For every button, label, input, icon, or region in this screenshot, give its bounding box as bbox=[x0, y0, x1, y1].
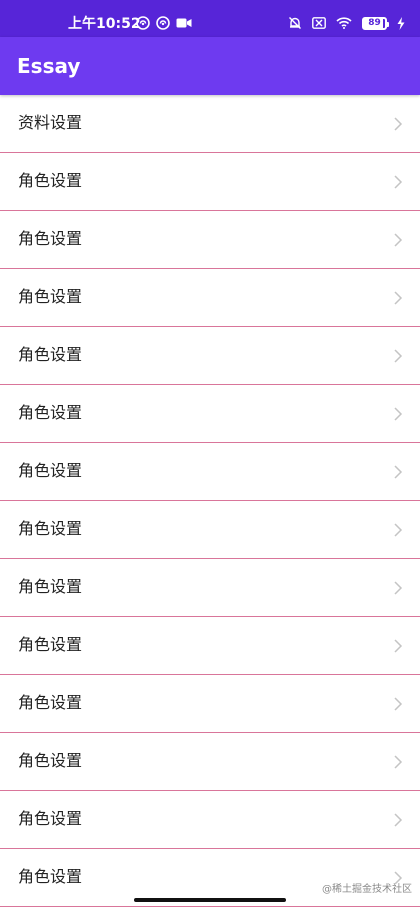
list-item[interactable]: 资料设置 bbox=[0, 95, 420, 153]
list-item[interactable]: 角色设置 bbox=[0, 675, 420, 733]
status-right-icons: 89 bbox=[288, 16, 405, 30]
list-item-label: 角色设置 bbox=[18, 635, 83, 654]
status-time: 上午10:52 bbox=[68, 16, 141, 32]
list-item[interactable]: 角色设置 bbox=[0, 269, 420, 327]
list-item-label: 资料设置 bbox=[18, 113, 83, 132]
gesture-nav-bar[interactable] bbox=[134, 898, 286, 902]
list-item[interactable]: 角色设置 bbox=[0, 617, 420, 675]
list-item[interactable]: 角色设置 bbox=[0, 501, 420, 559]
wifi-icon bbox=[336, 17, 352, 29]
list-item-label: 角色设置 bbox=[18, 867, 83, 886]
list-item[interactable]: 角色设置 bbox=[0, 559, 420, 617]
chevron-right-icon bbox=[394, 175, 403, 189]
chevron-right-icon bbox=[394, 291, 403, 305]
chevron-right-icon bbox=[394, 813, 403, 827]
list-item-label: 角色设置 bbox=[18, 751, 83, 770]
chevron-right-icon bbox=[394, 581, 403, 595]
chevron-right-icon bbox=[394, 117, 403, 131]
list-item[interactable]: 角色设置 bbox=[0, 791, 420, 849]
list-item[interactable]: 角色设置 bbox=[0, 443, 420, 501]
list-item[interactable]: 角色设置 bbox=[0, 211, 420, 269]
list-item-label: 角色设置 bbox=[18, 577, 83, 596]
chevron-right-icon bbox=[394, 755, 403, 769]
list-item-label: 角色设置 bbox=[18, 287, 83, 306]
battery-level: 89 bbox=[368, 17, 381, 28]
status-bar: 上午10:52 89 bbox=[0, 0, 420, 37]
settings-list: 资料设置 角色设置 角色设置 角色设置 角色设置 角色设置 角色设置 角色设置 … bbox=[0, 95, 420, 907]
list-item-label: 角色设置 bbox=[18, 519, 83, 538]
list-item-label: 角色设置 bbox=[18, 171, 83, 190]
status-left-icons bbox=[136, 16, 192, 30]
charging-icon bbox=[397, 16, 405, 30]
chevron-right-icon bbox=[394, 697, 403, 711]
list-item-label: 角色设置 bbox=[18, 693, 83, 712]
chevron-right-icon bbox=[394, 407, 403, 421]
video-camera-icon bbox=[176, 17, 192, 29]
bell-off-icon bbox=[288, 16, 302, 30]
list-item-label: 角色设置 bbox=[18, 345, 83, 364]
watermark: @稀土掘金技术社区 bbox=[322, 884, 412, 895]
list-item[interactable]: 角色设置 bbox=[0, 385, 420, 443]
chevron-right-icon bbox=[394, 233, 403, 247]
notification-icon bbox=[136, 16, 150, 30]
list-item-label: 角色设置 bbox=[18, 229, 83, 248]
notification-icon bbox=[156, 16, 170, 30]
list-item[interactable]: 角色设置 bbox=[0, 327, 420, 385]
sim-off-icon bbox=[312, 17, 326, 29]
list-item-label: 角色设置 bbox=[18, 403, 83, 422]
chevron-right-icon bbox=[394, 349, 403, 363]
list-item[interactable]: 角色设置 bbox=[0, 153, 420, 211]
app-title: Essay bbox=[17, 54, 81, 78]
chevron-right-icon bbox=[394, 639, 403, 653]
list-item[interactable]: 角色设置 bbox=[0, 733, 420, 791]
list-item-label: 角色设置 bbox=[18, 461, 83, 480]
app-bar: Essay bbox=[0, 37, 420, 95]
chevron-right-icon bbox=[394, 465, 403, 479]
list-item-label: 角色设置 bbox=[18, 809, 83, 828]
chevron-right-icon bbox=[394, 523, 403, 537]
battery-icon: 89 bbox=[362, 16, 389, 30]
